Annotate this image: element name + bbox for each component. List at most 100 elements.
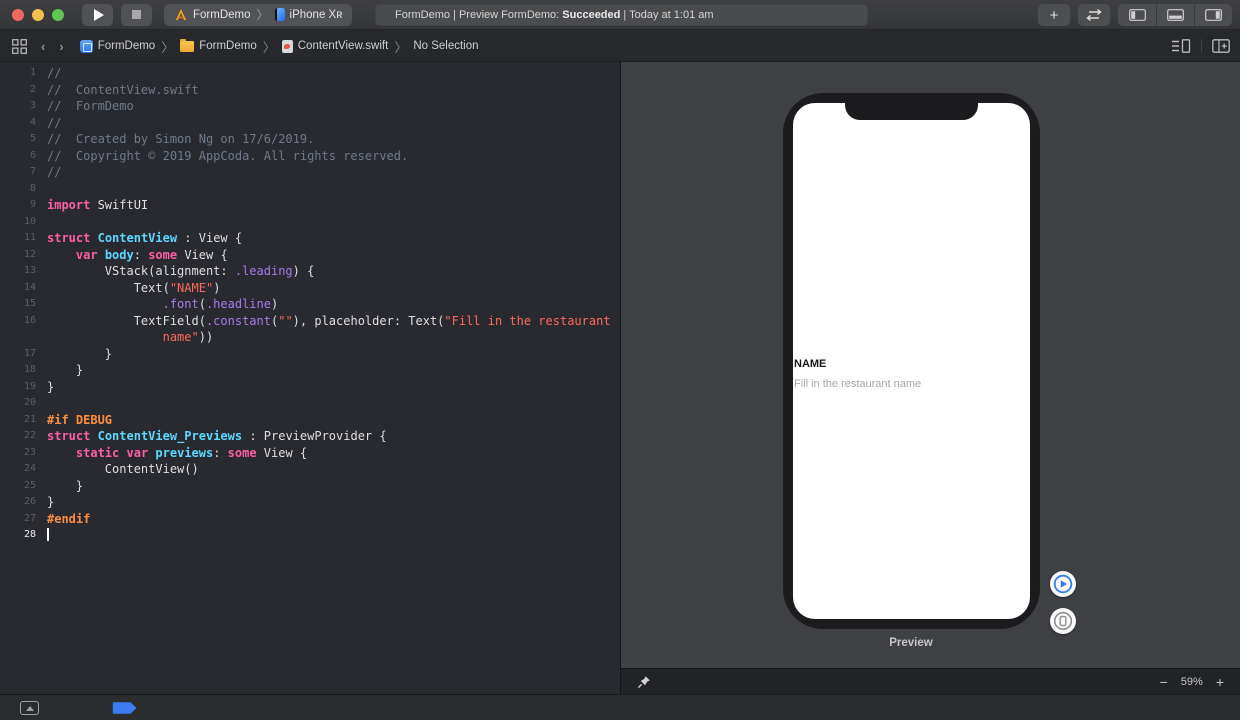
scheme-chevron-icon: 〉 — [256, 6, 270, 23]
code-line[interactable]: 19} — [0, 379, 620, 396]
line-number: 5 — [0, 131, 36, 148]
code-line[interactable]: 2// ContentView.swift — [0, 82, 620, 99]
code-line[interactable]: 6// Copyright © 2019 AppCoda. All rights… — [0, 148, 620, 165]
code-line[interactable]: 26} — [0, 494, 620, 511]
close-window-button[interactable] — [12, 9, 24, 21]
project-icon — [80, 40, 93, 53]
device-notch — [845, 103, 978, 120]
toggle-console-button[interactable] — [20, 701, 39, 715]
preview-on-device-button[interactable] — [1050, 608, 1076, 634]
code-line[interactable]: 22struct ContentView_Previews : PreviewP… — [0, 428, 620, 445]
code-text: // FormDemo — [47, 98, 134, 115]
line-number: 25 — [0, 478, 36, 495]
code-line[interactable]: 21#if DEBUG — [0, 412, 620, 429]
line-number: 9 — [0, 197, 36, 214]
breakpoints-toggle-button[interactable] — [112, 701, 138, 715]
code-line[interactable]: 11struct ContentView : View { — [0, 230, 620, 247]
scheme-selector[interactable]: FormDemo 〉 iPhone Xʀ — [164, 4, 352, 26]
jump-bar: ‹ › FormDemo〉FormDemo〉ContentView.swift〉… — [0, 31, 1240, 62]
code-line[interactable]: 24 ContentView() — [0, 461, 620, 478]
line-number — [0, 329, 36, 346]
breadcrumb-item[interactable]: ContentView.swift — [282, 40, 389, 53]
code-line[interactable]: 27#endif — [0, 511, 620, 528]
editor-mode-button[interactable] — [1078, 4, 1110, 26]
code-line[interactable]: name")) — [0, 329, 620, 346]
zoom-in-button[interactable]: + — [1216, 674, 1224, 690]
minimize-window-button[interactable] — [32, 9, 44, 21]
code-line[interactable]: 7 // — [0, 164, 620, 181]
line-number: 13 — [0, 263, 36, 280]
library-button[interactable]: + — [1038, 4, 1070, 26]
stop-button[interactable] — [121, 4, 152, 26]
line-number: 16 — [0, 313, 36, 330]
code-line[interactable]: 15 .font(.headline) — [0, 296, 620, 313]
zoom-out-button[interactable]: − — [1160, 674, 1168, 690]
code-line[interactable]: 13 VStack(alignment: .leading) { — [0, 263, 620, 280]
debug-bar — [0, 694, 1240, 720]
line-number: 8 — [0, 181, 36, 198]
code-line[interactable]: 1// — [0, 65, 620, 82]
line-number: 18 — [0, 362, 36, 379]
code-text: struct ContentView : View { — [47, 230, 242, 247]
code-line[interactable]: 16 TextField(.constant(""), placeholder:… — [0, 313, 620, 330]
scheme-device-label: iPhone Xʀ — [290, 9, 343, 21]
toggle-navigator-button[interactable] — [1118, 4, 1156, 26]
code-line[interactable]: 8 — [0, 181, 620, 198]
breadcrumb-item[interactable]: No Selection — [413, 40, 478, 52]
line-number: 19 — [0, 379, 36, 396]
toggle-inspector-button[interactable] — [1194, 4, 1232, 26]
text-cursor — [47, 528, 49, 541]
line-number: 7 — [0, 164, 36, 181]
line-number: 21 — [0, 412, 36, 429]
code-line[interactable]: 17 } — [0, 346, 620, 363]
toggle-debug-area-button[interactable] — [1156, 4, 1194, 26]
zoom-window-button[interactable] — [52, 9, 64, 21]
code-line[interactable]: 4// — [0, 115, 620, 132]
line-number: 12 — [0, 247, 36, 264]
back-button[interactable]: ‹ — [41, 39, 45, 54]
device-circle-icon — [1052, 610, 1074, 632]
line-number: 27 — [0, 511, 36, 528]
code-line[interactable]: 10 — [0, 214, 620, 231]
code-line[interactable]: 20 — [0, 395, 620, 412]
preview-canvas: NAME Fill in the restaurant name Preview… — [621, 62, 1240, 694]
code-text: } — [47, 379, 54, 396]
code-text: // — [47, 115, 61, 132]
code-text: name")) — [47, 329, 213, 346]
breadcrumb-separator: 〉 — [394, 37, 407, 56]
breadcrumb-separator: 〉 — [263, 37, 276, 56]
zoom-controls: − 59% + — [1160, 674, 1224, 690]
app-icon — [174, 8, 188, 21]
add-editor-icon[interactable] — [1212, 39, 1230, 53]
code-line[interactable]: 23 static var previews: some View { — [0, 445, 620, 462]
breadcrumb-item[interactable]: FormDemo — [80, 40, 156, 53]
code-line[interactable]: 9import SwiftUI — [0, 197, 620, 214]
code-line[interactable]: 25 } — [0, 478, 620, 495]
pin-icon[interactable] — [637, 675, 651, 689]
source-editor[interactable]: 1//2// ContentView.swift3 // FormDemo4//5… — [0, 62, 620, 694]
related-items-button[interactable] — [12, 39, 27, 54]
forward-button[interactable]: › — [59, 39, 63, 54]
code-text: // Created by Simon Ng on 17/6/2019. — [47, 131, 314, 148]
breadcrumb-item[interactable]: FormDemo — [180, 40, 257, 52]
toolbar: FormDemo 〉 iPhone Xʀ FormDemo | Preview … — [0, 0, 1240, 30]
code-review-icon[interactable] — [1171, 39, 1191, 53]
code-line[interactable]: 14 Text("NAME") — [0, 280, 620, 297]
device-screen[interactable]: NAME Fill in the restaurant name — [793, 103, 1030, 619]
code-line[interactable]: 5 // Created by Simon Ng on 17/6/2019. — [0, 131, 620, 148]
line-number: 26 — [0, 494, 36, 511]
code-line[interactable]: 12 var body: some View { — [0, 247, 620, 264]
run-button[interactable] — [82, 4, 113, 26]
code-text: // — [47, 164, 61, 181]
code-line[interactable]: 28 — [0, 527, 620, 544]
activity-status-bar[interactable]: FormDemo | Preview FormDemo: Succeeded |… — [375, 4, 868, 26]
scheme-project-label: FormDemo — [193, 9, 251, 21]
zoom-level[interactable]: 59% — [1181, 676, 1203, 688]
code-line[interactable]: 3 // FormDemo — [0, 98, 620, 115]
code-text: // Copyright © 2019 AppCoda. All rights … — [47, 148, 408, 165]
preview-label: Preview — [621, 637, 1201, 649]
live-preview-button[interactable] — [1050, 571, 1076, 597]
line-number: 3 — [0, 98, 36, 115]
code-line[interactable]: 18 } — [0, 362, 620, 379]
bottom-panel-icon — [1167, 9, 1184, 21]
